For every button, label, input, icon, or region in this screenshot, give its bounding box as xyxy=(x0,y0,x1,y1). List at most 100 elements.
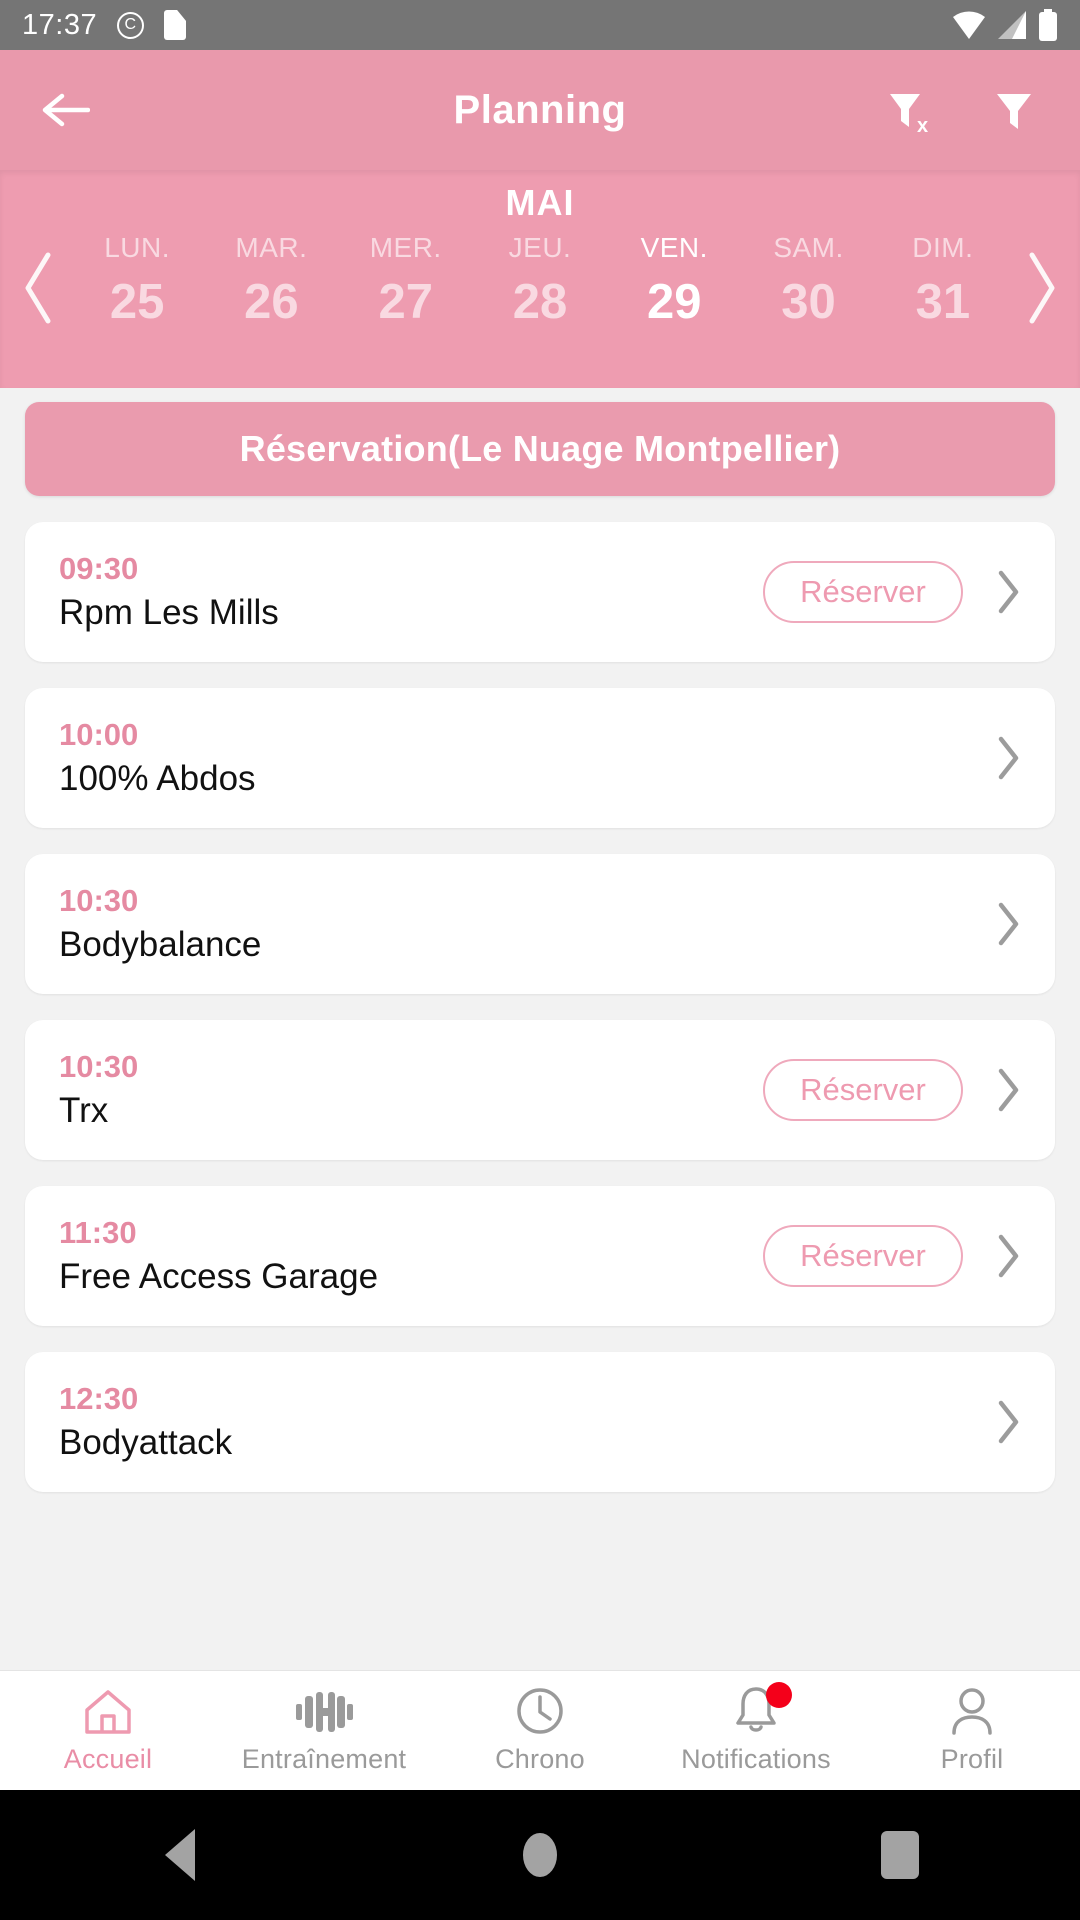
class-title: Free Access Garage xyxy=(59,1256,379,1296)
class-detail-button[interactable] xyxy=(987,1067,1029,1113)
back-button[interactable] xyxy=(38,83,92,137)
class-detail-button[interactable] xyxy=(987,735,1029,781)
days-row: LUN. 25 MAR. 26 MER. 27 JEU. 28 VEN. 29 … xyxy=(0,234,1080,342)
day-of-week-label: DIM. xyxy=(912,232,974,263)
dumbbell-icon xyxy=(295,1686,353,1736)
copyright-icon: C xyxy=(117,11,145,39)
day-of-week-label: LUN. xyxy=(104,232,171,263)
class-info: 10:00 100% Abdos xyxy=(59,716,763,799)
filter-icon xyxy=(997,94,1031,129)
class-time: 10:00 xyxy=(59,716,139,752)
filter-button[interactable] xyxy=(986,82,1042,138)
day-number-label: 29 xyxy=(647,275,702,329)
reservation-banner-label: Réservation(Le Nuage Montpellier) xyxy=(239,428,841,469)
day-number-label: 30 xyxy=(781,275,836,329)
class-time: 09:30 xyxy=(59,550,139,586)
nav-label-chrono: Chrono xyxy=(495,1744,585,1774)
clear-filter-button[interactable]: x xyxy=(880,82,936,138)
chevron-right-icon xyxy=(1029,252,1055,324)
day-of-week-label: MER. xyxy=(369,232,442,263)
nav-item-chrono[interactable]: Chrono xyxy=(432,1686,648,1775)
nav-label-notifications: Notifications xyxy=(681,1744,831,1774)
prev-week-button[interactable] xyxy=(8,234,70,342)
class-time: 10:30 xyxy=(59,882,139,918)
signal-icon xyxy=(998,11,1026,39)
nav-item-accueil[interactable]: Accueil xyxy=(0,1686,216,1775)
day-cell-5[interactable]: SAM. 30 xyxy=(741,234,875,327)
class-detail-button[interactable] xyxy=(987,901,1029,947)
class-title: 100% Abdos xyxy=(59,758,256,798)
person-icon xyxy=(948,1686,996,1736)
class-card[interactable]: 12:30 Bodyattack Réserver xyxy=(25,1352,1055,1492)
nav-item-notifications[interactable]: Notifications xyxy=(648,1682,864,1775)
status-bar-right xyxy=(952,9,1058,41)
bell-icon xyxy=(732,1682,792,1736)
android-recents-button[interactable] xyxy=(825,1790,975,1920)
android-home-icon xyxy=(523,1833,557,1877)
nav-label-profil: Profil xyxy=(940,1744,1004,1774)
day-of-week-label: VEN. xyxy=(640,232,708,263)
next-week-button[interactable] xyxy=(1010,234,1072,342)
class-info: 12:30 Bodyattack xyxy=(59,1380,763,1463)
day-number-label: 25 xyxy=(109,275,165,329)
chevron-right-icon xyxy=(998,736,1019,780)
class-card[interactable]: 10:00 100% Abdos Réserver xyxy=(25,688,1055,828)
day-cell-4[interactable]: VEN. 29 xyxy=(607,234,741,327)
date-strip: MAI LUN. 25 MAR. 26 MER. 27 JEU. 28 VEN.… xyxy=(0,170,1080,388)
reservation-banner[interactable]: Réservation(Le Nuage Montpellier) xyxy=(25,402,1055,496)
nav-item-profil[interactable]: Profil xyxy=(864,1686,1080,1775)
bottom-navigation: Accueil Entraînement Chrono Notification… xyxy=(0,1670,1080,1790)
class-card[interactable]: 11:30 Free Access Garage Réserver xyxy=(25,1186,1055,1326)
reserve-button-label: Réserver xyxy=(800,1072,926,1107)
class-detail-button[interactable] xyxy=(987,569,1029,615)
status-bar-clock: 17:37 xyxy=(22,8,98,41)
chevron-right-icon xyxy=(998,1068,1019,1112)
day-number-label: 28 xyxy=(512,275,568,329)
class-time: 12:30 xyxy=(59,1380,139,1416)
class-info: 10:30 Bodybalance xyxy=(59,882,763,965)
class-card[interactable]: 09:30 Rpm Les Mills Réserver xyxy=(25,522,1055,662)
class-title: Rpm Les Mills xyxy=(59,592,279,632)
day-of-week-label: MAR. xyxy=(235,232,308,263)
android-back-button[interactable] xyxy=(105,1790,255,1920)
reserve-button[interactable]: Réserver xyxy=(763,1059,963,1121)
class-detail-button[interactable] xyxy=(987,1233,1029,1279)
reserve-button[interactable]: Réserver xyxy=(763,561,963,623)
class-card[interactable]: 10:30 Trx Réserver xyxy=(25,1020,1055,1160)
day-cell-6[interactable]: DIM. 31 xyxy=(876,234,1010,327)
day-cell-1[interactable]: MAR. 26 xyxy=(204,234,338,327)
svg-text:x: x xyxy=(917,115,928,137)
schedule-content[interactable]: Réservation(Le Nuage Montpellier) 09:30 … xyxy=(0,388,1080,1670)
system-navigation-bar xyxy=(0,1790,1080,1920)
class-time: 11:30 xyxy=(59,1214,137,1250)
chevron-right-icon xyxy=(998,902,1019,946)
reserve-button-label: Réserver xyxy=(800,574,926,609)
android-home-button[interactable] xyxy=(465,1790,615,1920)
nav-item-entrainement[interactable]: Entraînement xyxy=(216,1686,432,1775)
android-back-icon xyxy=(165,1829,195,1881)
day-cell-2[interactable]: MER. 27 xyxy=(339,234,473,327)
day-cell-3[interactable]: JEU. 28 xyxy=(473,234,607,327)
class-time: 10:30 xyxy=(59,1048,139,1084)
status-bar: 17:37 C xyxy=(0,0,1080,50)
reserve-button[interactable]: Réserver xyxy=(763,1225,963,1287)
battery-icon xyxy=(1039,9,1057,41)
class-info: 10:30 Trx xyxy=(59,1048,763,1131)
days-list: LUN. 25 MAR. 26 MER. 27 JEU. 28 VEN. 29 … xyxy=(70,234,1010,327)
class-title: Trx xyxy=(59,1090,109,1130)
filter-off-icon: x xyxy=(890,94,928,137)
class-title: Bodyattack xyxy=(59,1422,233,1462)
day-number-label: 27 xyxy=(378,275,433,329)
app-bar-actions: x xyxy=(880,82,1042,138)
day-number-label: 26 xyxy=(244,275,299,329)
day-cell-0[interactable]: LUN. 25 xyxy=(70,234,204,327)
class-title: Bodybalance xyxy=(59,924,262,964)
class-card[interactable]: 10:30 Bodybalance Réserver xyxy=(25,854,1055,994)
class-detail-button[interactable] xyxy=(987,1399,1029,1445)
class-list: 09:30 Rpm Les Mills Réserver 10:00 100% … xyxy=(0,522,1080,1492)
nav-label-entrainement: Entraînement xyxy=(241,1744,407,1774)
day-of-week-label: JEU. xyxy=(508,232,572,263)
android-recents-icon xyxy=(881,1831,919,1879)
class-info: 11:30 Free Access Garage xyxy=(59,1214,763,1297)
day-of-week-label: SAM. xyxy=(773,232,844,263)
